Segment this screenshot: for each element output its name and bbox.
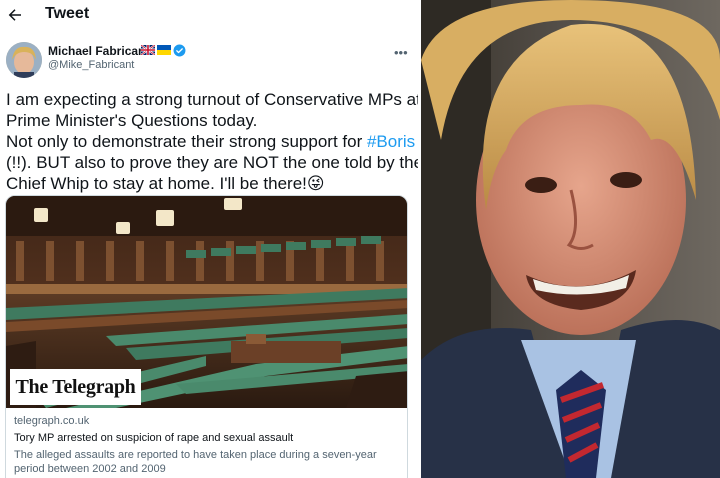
- house-of-commons-image: The Telegraph: [6, 196, 407, 408]
- winking-face-emoji: 😜: [306, 174, 325, 193]
- link-card[interactable]: The Telegraph telegraph.co.uk Tory MP ar…: [5, 195, 408, 478]
- tweet-line: Prime Minister's Questions today.: [6, 111, 258, 130]
- tweet-text-segment: Chief Whip to stay at home. I'll be ther…: [6, 174, 307, 193]
- more-options-icon[interactable]: •••: [394, 45, 408, 60]
- tweet-line: Chief Whip to stay at home. I'll be ther…: [6, 173, 416, 194]
- card-meta: telegraph.co.uk Tory MP arrested on susp…: [6, 408, 407, 478]
- tweet-line: Not only to demonstrate their strong sup…: [6, 131, 416, 152]
- card-description: The alleged assaults are reported to hav…: [14, 449, 377, 475]
- tweet-line: (!!). BUT also to prove they are NOT the…: [6, 153, 418, 172]
- tweet-text: I am expecting a strong turnout of Conse…: [6, 89, 418, 194]
- card-title: Tory MP arrested on suspicion of rape an…: [14, 432, 294, 444]
- tweet-text-segment: Not only to demonstrate their strong sup…: [6, 132, 367, 151]
- ukraine-flag-icon: [157, 45, 171, 55]
- avatar[interactable]: [6, 42, 42, 78]
- tweet-line: I am expecting a strong turnout of Conse…: [6, 90, 418, 109]
- top-bar: Tweet: [0, 0, 418, 30]
- man-portrait-image: [421, 0, 720, 478]
- author-name[interactable]: Michael Fabricant: [48, 44, 149, 58]
- author-flags: [141, 44, 186, 56]
- verified-badge-icon: [173, 44, 186, 56]
- author-handle[interactable]: @Mike_Fabricant: [48, 59, 134, 71]
- back-arrow-icon[interactable]: [6, 6, 24, 24]
- tweet-panel: Tweet Michael Fabricant @Mike_Fabricant …: [0, 0, 418, 478]
- page-title: Tweet: [45, 5, 90, 22]
- portrait-photo: [421, 0, 720, 478]
- avatar-image: [6, 42, 42, 78]
- uk-flag-icon: [141, 45, 155, 55]
- telegraph-logo-text: The Telegraph: [15, 375, 136, 398]
- hashtag-link[interactable]: #Boris: [367, 132, 415, 151]
- telegraph-logo: The Telegraph: [10, 369, 141, 405]
- card-domain: telegraph.co.uk: [14, 415, 90, 427]
